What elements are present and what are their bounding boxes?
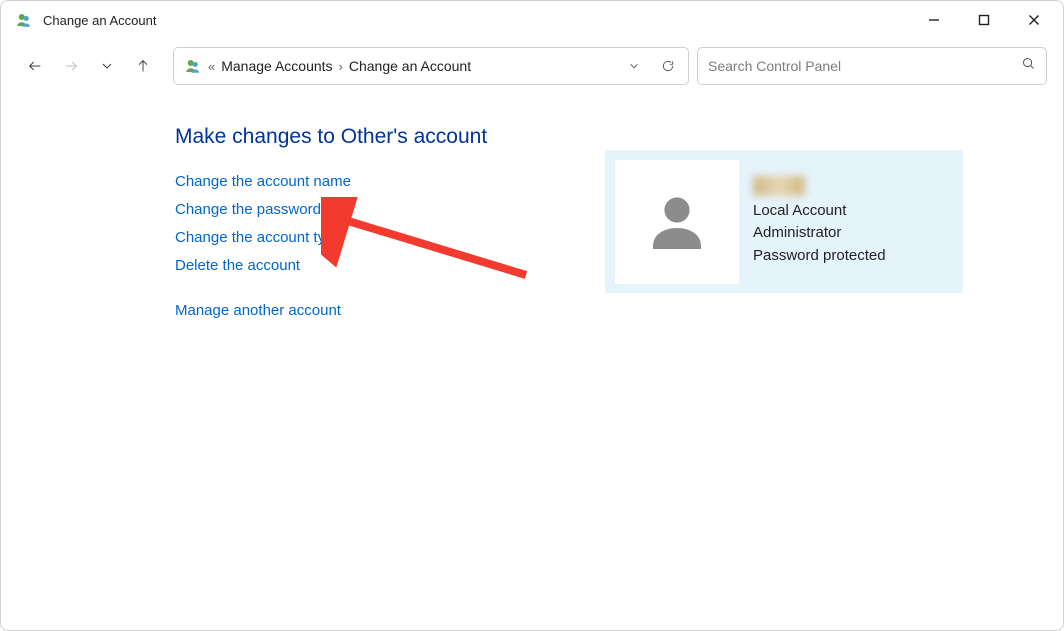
chevron-right-icon: ›	[339, 59, 343, 74]
avatar	[615, 160, 739, 284]
breadcrumb-change-account[interactable]: Change an Account	[349, 58, 471, 74]
delete-account-link[interactable]: Delete the account	[175, 257, 515, 274]
breadcrumb-manage-accounts[interactable]: Manage Accounts	[221, 58, 332, 74]
window-title: Change an Account	[43, 13, 156, 28]
change-account-name-link[interactable]: Change the account name	[175, 173, 515, 190]
search-input[interactable]	[708, 58, 1021, 74]
page-title: Make changes to Other's account	[175, 125, 515, 149]
maximize-button[interactable]	[959, 1, 1009, 39]
users-icon	[184, 57, 202, 75]
breadcrumb: « Manage Accounts › Change an Account	[208, 58, 471, 74]
refresh-button[interactable]	[654, 52, 682, 80]
account-type: Local Account	[753, 200, 886, 223]
manage-another-account-link[interactable]: Manage another account	[175, 302, 515, 319]
account-card[interactable]: Local Account Administrator Password pro…	[605, 150, 963, 293]
search-icon[interactable]	[1021, 56, 1036, 76]
user-icon	[641, 186, 713, 258]
address-bar[interactable]: « Manage Accounts › Change an Account	[173, 47, 689, 85]
change-account-type-link[interactable]: Change the account type	[175, 229, 515, 246]
titlebar: Change an Account	[1, 1, 1063, 39]
recent-locations-button[interactable]	[93, 52, 121, 80]
forward-button[interactable]	[57, 52, 85, 80]
breadcrumb-prefix: «	[208, 59, 215, 74]
toolbar: « Manage Accounts › Change an Account	[1, 39, 1063, 95]
users-icon	[15, 11, 33, 29]
account-name-redacted	[753, 176, 805, 196]
close-button[interactable]	[1009, 1, 1059, 39]
up-button[interactable]	[129, 52, 157, 80]
history-dropdown-button[interactable]	[620, 52, 648, 80]
account-info: Local Account Administrator Password pro…	[753, 176, 886, 268]
window-controls	[909, 1, 1059, 39]
search-box[interactable]	[697, 47, 1047, 85]
minimize-button[interactable]	[909, 1, 959, 39]
back-button[interactable]	[21, 52, 49, 80]
content-area: Make changes to Other's account Change t…	[1, 95, 1063, 330]
account-protection: Password protected	[753, 245, 886, 268]
account-role: Administrator	[753, 222, 886, 245]
change-password-link[interactable]: Change the password	[175, 201, 515, 218]
